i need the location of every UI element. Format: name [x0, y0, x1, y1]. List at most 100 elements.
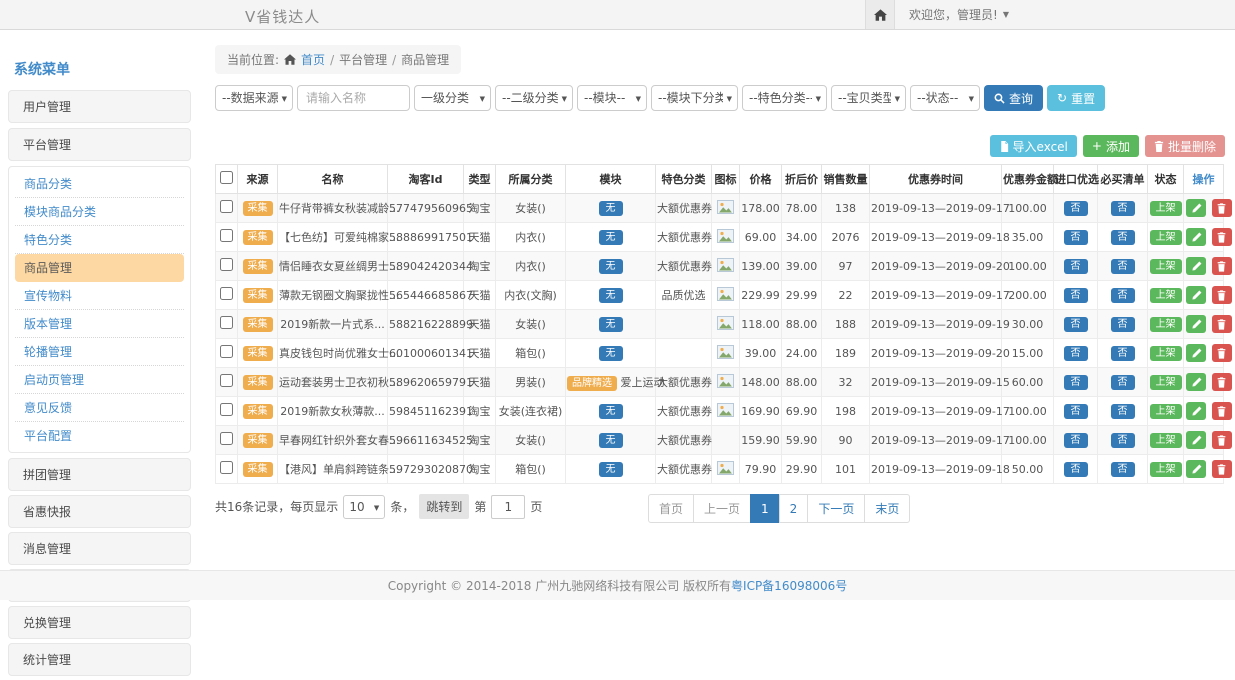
page-button[interactable]: 1 [750, 494, 780, 523]
delete-button[interactable] [1212, 373, 1232, 391]
sidebar-item[interactable]: 拼团管理 [8, 458, 191, 491]
row-checkbox[interactable] [220, 345, 233, 358]
edit-button[interactable] [1186, 228, 1206, 246]
sidebar-subitem[interactable]: 版本管理 [15, 310, 184, 338]
sidebar-subitem[interactable]: 宣传物料 [15, 282, 184, 310]
import-badge[interactable]: 否 [1064, 317, 1088, 332]
status-badge[interactable]: 上架 [1150, 201, 1182, 216]
sidebar-item[interactable]: 兑换管理 [8, 606, 191, 639]
edit-button[interactable] [1186, 402, 1206, 420]
add-button[interactable]: + 添加 [1083, 135, 1139, 157]
level1-category-select[interactable]: 一级分类 [415, 86, 490, 110]
must-buy-badge[interactable]: 否 [1111, 201, 1135, 216]
status-badge[interactable]: 上架 [1150, 346, 1182, 361]
must-buy-badge[interactable]: 否 [1111, 259, 1135, 274]
status-badge[interactable]: 上架 [1150, 230, 1182, 245]
sidebar-subitem[interactable]: 轮播管理 [15, 338, 184, 366]
jump-button[interactable]: 跳转到 [419, 494, 469, 519]
import-excel-button[interactable]: 导入excel [990, 135, 1077, 157]
must-buy-badge[interactable]: 否 [1111, 433, 1135, 448]
row-checkbox[interactable] [220, 403, 233, 416]
row-checkbox[interactable] [220, 374, 233, 387]
sidebar-item[interactable]: 省惠快报 [8, 495, 191, 528]
page-number-input[interactable] [491, 495, 525, 519]
must-buy-badge[interactable]: 否 [1111, 230, 1135, 245]
import-badge[interactable]: 否 [1064, 230, 1088, 245]
edit-button[interactable] [1186, 344, 1206, 362]
row-checkbox[interactable] [220, 200, 233, 213]
status-badge[interactable]: 上架 [1150, 375, 1182, 390]
feature-category-select[interactable]: --特色分类-- [743, 86, 826, 110]
edit-button[interactable] [1186, 286, 1206, 304]
status-badge[interactable]: 上架 [1150, 259, 1182, 274]
page-button[interactable]: 下一页 [807, 494, 865, 523]
sidebar-subitem[interactable]: 意见反馈 [15, 394, 184, 422]
row-checkbox[interactable] [220, 258, 233, 271]
must-buy-badge[interactable]: 否 [1111, 346, 1135, 361]
import-badge[interactable]: 否 [1064, 201, 1088, 216]
sidebar-item[interactable]: 平台管理 [8, 128, 191, 161]
must-buy-badge[interactable]: 否 [1111, 462, 1135, 477]
query-button[interactable]: 查询 [984, 85, 1043, 111]
must-buy-badge[interactable]: 否 [1111, 404, 1135, 419]
sidebar-subitem[interactable]: 启动页管理 [15, 366, 184, 394]
sidebar-item[interactable]: 消息管理 [8, 532, 191, 565]
sidebar-subitem[interactable]: 特色分类 [15, 226, 184, 254]
row-checkbox[interactable] [220, 316, 233, 329]
data-source-select[interactable]: --数据来源-- [216, 86, 292, 110]
module-select[interactable]: --模块-- [578, 86, 646, 110]
delete-button[interactable] [1212, 431, 1232, 449]
delete-button[interactable] [1212, 460, 1232, 478]
must-buy-badge[interactable]: 否 [1111, 375, 1135, 390]
home-button[interactable] [865, 0, 895, 29]
edit-button[interactable] [1186, 460, 1206, 478]
edit-button[interactable] [1186, 315, 1206, 333]
edit-button[interactable] [1186, 199, 1206, 217]
sidebar-subitem[interactable]: 商品分类 [15, 170, 184, 198]
batch-delete-button[interactable]: 批量删除 [1145, 135, 1225, 157]
delete-button[interactable] [1212, 199, 1232, 217]
caret-down-icon[interactable]: ▼ [1003, 10, 1009, 19]
sidebar-subitem[interactable]: 平台配置 [15, 422, 184, 449]
sidebar-item[interactable]: 用户管理 [8, 90, 191, 123]
delete-button[interactable] [1212, 315, 1232, 333]
delete-button[interactable] [1212, 344, 1232, 362]
breadcrumb-home-link[interactable]: 首页 [301, 51, 325, 68]
row-checkbox[interactable] [220, 287, 233, 300]
status-badge[interactable]: 上架 [1150, 462, 1182, 477]
sidebar-item[interactable]: 统计管理 [8, 643, 191, 676]
edit-button[interactable] [1186, 431, 1206, 449]
import-badge[interactable]: 否 [1064, 375, 1088, 390]
reset-button[interactable]: ↻ 重置 [1047, 85, 1105, 111]
import-badge[interactable]: 否 [1064, 462, 1088, 477]
import-badge[interactable]: 否 [1064, 259, 1088, 274]
status-badge[interactable]: 上架 [1150, 288, 1182, 303]
must-buy-badge[interactable]: 否 [1111, 288, 1135, 303]
import-badge[interactable]: 否 [1064, 404, 1088, 419]
row-checkbox[interactable] [220, 229, 233, 242]
row-checkbox[interactable] [220, 432, 233, 445]
status-select[interactable]: --状态-- [911, 86, 979, 110]
sidebar-subitem[interactable]: 商品管理 [15, 254, 184, 282]
delete-button[interactable] [1212, 228, 1232, 246]
module-subcategory-select[interactable]: --模块下分类-- [652, 86, 737, 110]
level2-category-select[interactable]: --二级分类-- [496, 86, 572, 110]
row-checkbox[interactable] [220, 461, 233, 474]
import-badge[interactable]: 否 [1064, 433, 1088, 448]
delete-button[interactable] [1212, 257, 1232, 275]
sidebar-subitem[interactable]: 模块商品分类 [15, 198, 184, 226]
per-page-select[interactable]: 10 [344, 496, 384, 518]
edit-button[interactable] [1186, 257, 1206, 275]
icp-link[interactable]: 粤ICP备16098006号 [731, 577, 847, 594]
status-badge[interactable]: 上架 [1150, 404, 1182, 419]
status-badge[interactable]: 上架 [1150, 317, 1182, 332]
must-buy-badge[interactable]: 否 [1111, 317, 1135, 332]
status-badge[interactable]: 上架 [1150, 433, 1182, 448]
edit-button[interactable] [1186, 373, 1206, 391]
page-button[interactable]: 2 [779, 494, 809, 523]
select-all-checkbox[interactable] [220, 171, 233, 184]
import-badge[interactable]: 否 [1064, 288, 1088, 303]
delete-button[interactable] [1212, 286, 1232, 304]
page-button[interactable]: 末页 [864, 494, 910, 523]
name-search-input[interactable] [297, 85, 410, 111]
